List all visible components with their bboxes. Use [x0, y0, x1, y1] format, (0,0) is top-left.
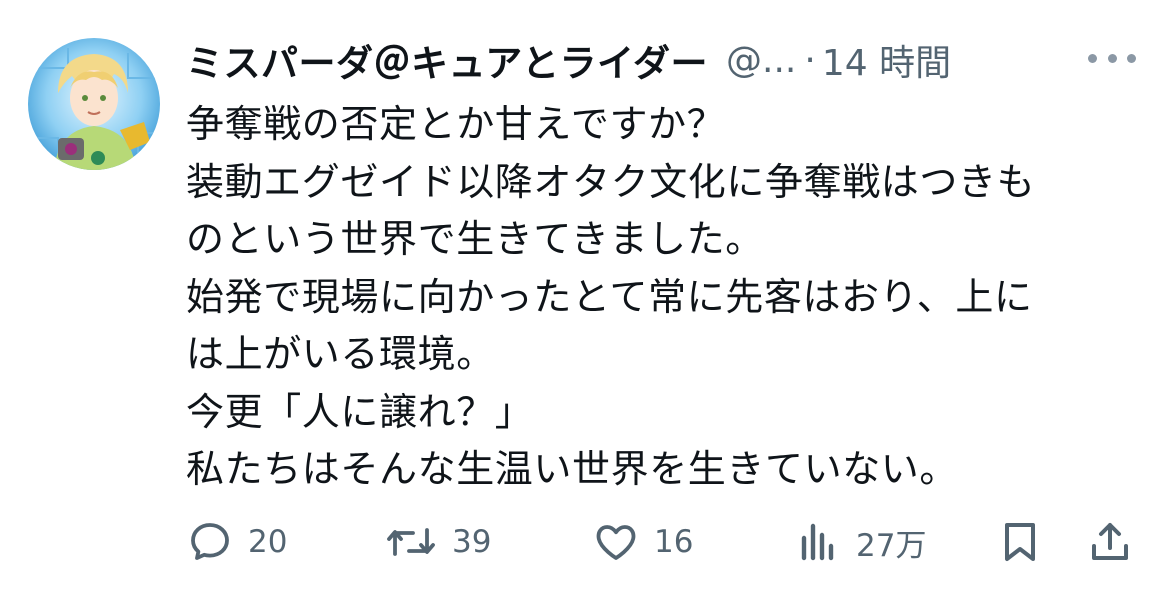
bookmark-icon [1005, 523, 1035, 561]
like-button[interactable]: 16 [592, 514, 693, 570]
tweet-line: は上がいる環境。 [186, 332, 495, 376]
retweet-icon [387, 528, 435, 556]
like-count: 16 [654, 524, 694, 560]
avatar[interactable] [28, 38, 160, 170]
views-icon [801, 523, 834, 561]
more-dot [1088, 53, 1097, 63]
tweet-line: 始発で現場に向かったとて常に先客はおり、上に [186, 274, 1033, 319]
tweet-line: 今更「人に譲れ？」 [186, 389, 534, 434]
tweet-line: 私たちはそんな生温い世界を生きていない。 [186, 447, 959, 491]
reply-icon [191, 523, 229, 560]
action-bar: 20 39 16 27万 [186, 514, 1146, 570]
more-dot [1107, 53, 1117, 63]
tweet-line: 装動エグゼイド以降オタク文化に争奪戦はつきも [186, 159, 1036, 204]
share-button[interactable] [1086, 514, 1134, 570]
reply-button[interactable]: 20 [186, 514, 287, 570]
heart-icon [596, 525, 636, 560]
timestamp[interactable]: 14 時間 [822, 34, 951, 86]
avatar-image [28, 38, 160, 170]
tweet-line: 争奪戦の否定とか甘えですか？ [186, 102, 726, 146]
separator: · [804, 39, 816, 81]
more-icon[interactable] [1088, 46, 1136, 70]
tweet-line: のという世界で生きてきました。 [186, 217, 764, 261]
author-name[interactable]: ミスパーダ＠キュアとライダー [186, 33, 708, 87]
reply-count: 20 [248, 524, 288, 560]
retweet-count: 39 [452, 524, 492, 560]
more-dot [1127, 53, 1136, 63]
share-icon [1092, 523, 1128, 560]
tweet-header: ミスパーダ＠キュアとライダー @... · 14 時間 [186, 34, 1146, 86]
retweet-button[interactable]: 39 [384, 514, 491, 570]
views-count: 27万 [856, 527, 927, 564]
views-button[interactable]: 27万 [794, 514, 926, 570]
bookmark-button[interactable] [996, 514, 1044, 570]
tweet-text: 争奪戦の否定とか甘えですか？ 装動エグゼイド以降オタク文化に争奪戦はつきも のと… [186, 96, 1136, 499]
author-handle[interactable]: @... [726, 40, 796, 81]
